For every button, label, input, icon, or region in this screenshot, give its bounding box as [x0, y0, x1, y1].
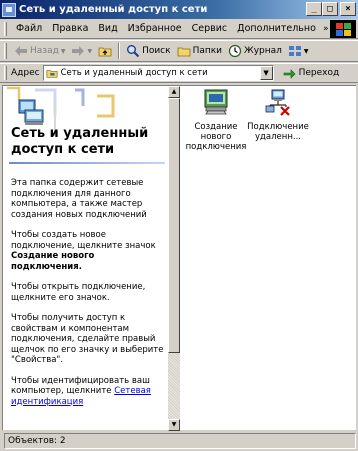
- menu-view[interactable]: Вид: [93, 23, 122, 34]
- window-title: Сеть и удаленный доступ к сети: [19, 4, 208, 15]
- views-icon: [288, 46, 301, 56]
- maximize-button[interactable]: □: [322, 2, 338, 16]
- go-arrow-icon: [283, 69, 296, 79]
- pane-text-1: Эта папка содержит сетевые подключения д…: [11, 178, 147, 220]
- menu-bar: Файл Правка Вид Избранное Сервис Дополни…: [0, 19, 358, 39]
- menu-advanced[interactable]: Дополнительно: [232, 23, 321, 34]
- back-button[interactable]: Назад ▼: [11, 44, 68, 58]
- menu-more-chevron[interactable]: »: [323, 24, 329, 34]
- disconnected-network-icon: [265, 89, 290, 116]
- network-folder-icon: [46, 70, 58, 78]
- content-area: Сеть и удаленный доступ к сети Эта папка…: [2, 85, 356, 431]
- item-new-connection[interactable]: Создание нового подключения: [185, 88, 247, 152]
- menubar-grip[interactable]: [4, 21, 7, 36]
- pane-title: Сеть и удаленный доступ к сети: [11, 126, 149, 157]
- item-label: Создание нового подключения: [185, 122, 247, 152]
- menu-tools[interactable]: Сервис: [187, 23, 233, 34]
- windows-logo-icon: [330, 20, 356, 38]
- back-arrow-icon: [15, 46, 27, 56]
- pane-text-4: Чтобы получить доступ к свойствам и комп…: [11, 313, 164, 365]
- views-button[interactable]: ▼: [285, 44, 312, 58]
- menu-file[interactable]: Файл: [11, 23, 47, 34]
- back-label: Назад: [30, 46, 59, 56]
- forward-arrow-icon: [72, 46, 85, 56]
- new-connection-wizard-icon: [204, 89, 228, 115]
- minimize-button[interactable]: _: [306, 2, 322, 16]
- explorer-window: Сеть и удаленный доступ к сети _ □ × Фай…: [0, 0, 358, 451]
- close-button[interactable]: ×: [340, 2, 356, 16]
- address-label: Адрес: [11, 68, 40, 78]
- pane-text-2-bold: Создание нового подключения.: [11, 251, 95, 272]
- pane-text-2: Чтобы создать новое подключение, щелкнит…: [11, 230, 166, 272]
- pane-description: Эта папка содержит сетевые подключения д…: [11, 178, 166, 417]
- folders-icon: [177, 47, 190, 57]
- views-dropdown-icon[interactable]: ▼: [304, 48, 309, 55]
- search-icon: [127, 45, 140, 58]
- back-dropdown-icon[interactable]: ▼: [61, 48, 66, 55]
- network-folder-icon: [2, 2, 16, 17]
- info-pane: Сеть и удаленный доступ к сети Эта папка…: [5, 86, 168, 431]
- title-bar[interactable]: Сеть и удаленный доступ к сети _ □ ×: [0, 0, 358, 19]
- up-button[interactable]: [95, 44, 115, 58]
- search-label: Поиск: [142, 46, 171, 56]
- status-objects-count: Объектов: 2: [4, 433, 356, 449]
- search-button[interactable]: Поиск: [123, 44, 174, 58]
- forward-button[interactable]: ▼: [68, 44, 95, 58]
- item-remote-connection[interactable]: Подключение удаленн...: [247, 88, 309, 142]
- scroll-down-button[interactable]: ▼: [168, 419, 180, 431]
- item-label: Подключение удаленн...: [247, 122, 309, 142]
- window-controls: _ □ ×: [306, 2, 356, 16]
- pane-text-2-pre: Чтобы создать новое подключение, щелкнит…: [11, 230, 156, 251]
- pane-title-rule: [9, 162, 165, 164]
- scroll-up-button[interactable]: ▲: [168, 86, 180, 98]
- address-bar: Адрес Сеть и удаленный доступ к сети ▼ П…: [0, 63, 358, 83]
- status-bar: Объектов: 2: [0, 431, 358, 451]
- addressbar-grip[interactable]: [4, 66, 7, 80]
- toolbar-grip[interactable]: [4, 43, 7, 59]
- menu-favorites[interactable]: Избранное: [123, 23, 187, 34]
- toolbar-separator: [118, 43, 121, 59]
- folder-up-icon: [98, 47, 112, 57]
- address-value: Сеть и удаленный доступ к сети: [60, 68, 208, 78]
- menu-edit[interactable]: Правка: [47, 23, 93, 34]
- pane-text-5: Чтобы идентифицировать ваш компьютер, ще…: [11, 376, 166, 408]
- standard-toolbar: Назад ▼ ▼ Поиск Папки Журнал ▼: [0, 40, 358, 62]
- address-field[interactable]: Сеть и удаленный доступ к сети ▼: [42, 65, 274, 81]
- history-button[interactable]: Журнал: [225, 44, 285, 58]
- icon-view: Создание нового подключения Подключение …: [183, 86, 355, 431]
- go-label: Переход: [298, 68, 340, 78]
- folders-button[interactable]: Папки: [174, 44, 225, 58]
- folders-label: Папки: [192, 46, 223, 56]
- forward-dropdown-icon[interactable]: ▼: [87, 48, 92, 55]
- go-button[interactable]: Переход: [282, 66, 340, 80]
- scroll-thumb[interactable]: [168, 98, 180, 353]
- history-label: Журнал: [244, 46, 282, 56]
- vertical-scrollbar[interactable]: ▲ ▼: [168, 86, 180, 431]
- history-icon: [228, 44, 242, 58]
- pane-text-3: Чтобы открыть подключение, щелкните его …: [11, 282, 146, 303]
- address-dropdown-button[interactable]: ▼: [259, 66, 273, 80]
